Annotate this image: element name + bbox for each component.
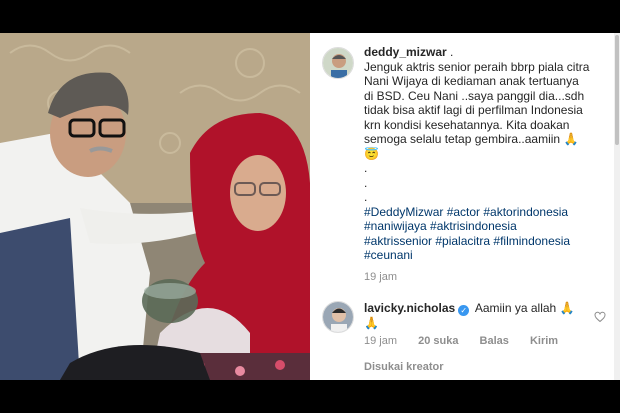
comment-text-cont: 🙏 xyxy=(364,316,379,330)
caption-line: di BSD. Ceu Nani ..saya panggil dia...sd… xyxy=(364,88,585,103)
letterbox-bottom xyxy=(0,380,620,413)
avatar[interactable] xyxy=(322,47,354,79)
caption-line: Nani Wijaya di kediaman anak tertuanya xyxy=(364,74,579,88)
caption-dot: . xyxy=(364,190,368,204)
reply-button[interactable]: Balas xyxy=(480,335,509,347)
comment-body: lavicky.nicholas ✓ Aamiin ya allah 🙏 🙏 xyxy=(364,301,594,331)
comment-likes[interactable]: 20 suka xyxy=(418,335,458,347)
hashtag-line[interactable]: #naniwijaya #aktrisindonesia xyxy=(364,219,602,234)
send-button[interactable]: Kirim xyxy=(530,335,558,347)
hashtag-line[interactable]: #ceunani xyxy=(364,248,602,263)
caption-dot: . xyxy=(364,161,368,175)
caption-body: deddy_mizwar . Jenguk aktris senior pera… xyxy=(364,45,602,284)
caption-line: semoga selalu tetap gembira..aamiin 🙏 xyxy=(364,132,579,146)
comment-username[interactable]: lavicky.nicholas xyxy=(364,301,455,315)
caption-line: tidak bisa aktif lagi di perfilman Indon… xyxy=(364,103,583,117)
post-photo xyxy=(0,33,310,380)
caption-line: Jenguk aktris senior peraih bbrp piala c… xyxy=(364,59,590,74)
verified-badge-icon: ✓ xyxy=(458,305,470,316)
comment-text: Aamiin ya allah 🙏 xyxy=(474,301,575,315)
post-username[interactable]: deddy_mizwar xyxy=(364,45,447,59)
scrollbar[interactable] xyxy=(614,33,620,380)
post-time[interactable]: 19 jam xyxy=(364,270,602,285)
hashtag-line[interactable]: #aktrissenior #pialacitra #filmindonesia xyxy=(364,234,602,249)
caption-line: krn kondisi kesehatannya. Kita doakan xyxy=(364,117,570,132)
hashtag-line[interactable]: #DeddyMizwar #actor #aktorindonesia xyxy=(364,205,602,220)
avatar[interactable] xyxy=(322,301,354,333)
caption-dot: . xyxy=(364,175,368,190)
letterbox-top xyxy=(0,0,620,33)
liked-by-creator: Disukai kreator xyxy=(364,361,444,373)
comment-meta: 19 jam 20 suka Balas Kirim xyxy=(364,335,576,347)
comment-time[interactable]: 19 jam xyxy=(364,335,397,347)
scrollbar-thumb[interactable] xyxy=(615,35,619,145)
comments-panel[interactable]: deddy_mizwar . Jenguk aktris senior pera… xyxy=(310,33,620,380)
caption-line: 😇 xyxy=(364,146,379,161)
heart-icon[interactable] xyxy=(594,311,606,323)
